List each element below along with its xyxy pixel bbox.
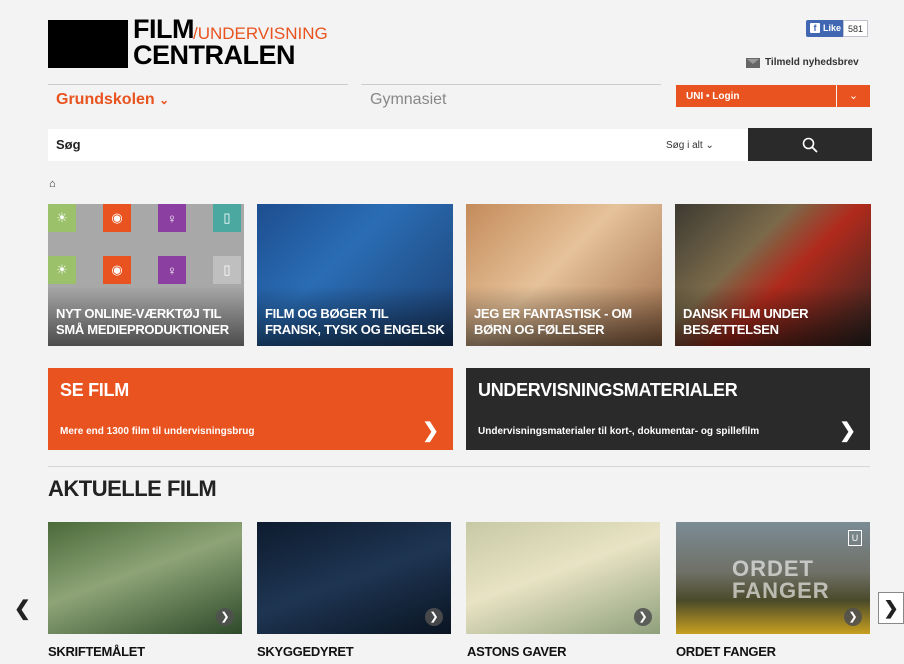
age-badge: U (848, 530, 862, 546)
search-icon (802, 137, 818, 153)
chevron-down-icon: ⌄ (159, 93, 170, 107)
feature-title: NYT ONLINE-VÆRKTØJ TIL SMÅ MEDIEPRODUKTI… (56, 306, 229, 337)
play-icon[interactable]: ❯ (216, 608, 234, 626)
film-card[interactable]: ❯ (257, 522, 451, 634)
film-title[interactable]: ASTONS GAVER (467, 644, 567, 659)
logo-block[interactable] (48, 20, 128, 68)
play-icon[interactable]: ❯ (425, 608, 443, 626)
nav-divider (361, 84, 661, 85)
chevron-right-icon: ❯ (839, 420, 856, 442)
login-dropdown-toggle[interactable]: ⌄ (837, 85, 870, 107)
play-icon[interactable]: ❯ (634, 608, 652, 626)
feature-card[interactable]: DANSK FILM UNDER BESÆTTELSEN (675, 204, 871, 346)
tab-grundskolen[interactable]: Grundskolen ⌄ (56, 91, 169, 109)
camera-icon: ◉ (103, 256, 131, 284)
tab-gymnasiet[interactable]: Gymnasiet (370, 91, 446, 109)
play-icon[interactable]: ❯ (844, 608, 862, 626)
carousel-next-button[interactable]: ❯ (878, 592, 904, 624)
mouse-icon: ▯ (213, 204, 241, 232)
login-button[interactable]: UNI • Login (676, 85, 836, 107)
chevron-down-icon: ⌄ (705, 140, 714, 151)
film-card[interactable]: ❯ (48, 522, 242, 634)
banner-subtitle: Undervisningsmaterialer til kort-, dokum… (478, 426, 760, 437)
search-bar: Søg i alt ⌄ (48, 129, 748, 161)
mail-icon (746, 57, 760, 68)
camera-icon: ◉ (103, 204, 131, 232)
search-input[interactable] (56, 137, 636, 152)
feature-card[interactable]: ☀ ◉ ♀ ▯ ☀ ◉ ♀ ▯ NYT ONLINE-VÆRKTØJ TIL S… (48, 204, 244, 346)
microphone-icon: ♀ (158, 204, 186, 232)
sun-icon: ☀ (48, 204, 76, 232)
poster-text: ORDET FANGER (732, 556, 830, 603)
facebook-like-button[interactable]: f Like (806, 20, 846, 37)
section-divider (48, 466, 870, 467)
film-title[interactable]: ORDET FANGER (676, 644, 776, 659)
film-card[interactable]: U ORDET FANGER ❯ (676, 522, 870, 634)
film-title[interactable]: SKYGGEDYRET (257, 644, 354, 659)
newsletter-label: Tilmeld nyhedsbrev (765, 57, 859, 68)
banner-subtitle: Mere end 1300 film til undervisningsbrug (60, 426, 255, 437)
banner-title: UNDERVISNINGSMATERIALER (478, 380, 738, 400)
feature-title: JEG ER FANTASTISK - OM BØRN OG FØLELSER (474, 306, 632, 337)
facebook-like-count: 581 (843, 20, 869, 37)
microphone-icon: ♀ (158, 256, 186, 284)
section-title: AKTUELLE FILM (48, 476, 217, 501)
nav-divider (48, 84, 348, 85)
newsletter-link[interactable]: Tilmeld nyhedsbrev (746, 57, 859, 68)
home-icon[interactable]: ⌂ (49, 178, 56, 190)
search-button[interactable] (748, 128, 872, 161)
undervisningsmaterialer-banner[interactable]: UNDERVISNINGSMATERIALER Undervisningsmat… (466, 368, 870, 450)
logo-centralen-text[interactable]: CENTRALEN (133, 42, 296, 69)
search-scope-label: Søg i alt (666, 140, 703, 151)
logo-film-text[interactable]: FILM (133, 16, 194, 43)
feature-card[interactable]: JEG ER FANTASTISK - OM BØRN OG FØLELSER (466, 204, 662, 346)
carousel-prev-button[interactable]: ❮ (14, 596, 31, 621)
banner-title: SE FILM (60, 380, 129, 400)
sun-icon: ☀ (48, 256, 76, 284)
search-scope-dropdown[interactable]: Søg i alt ⌄ (666, 140, 714, 151)
film-card[interactable]: ❯ (466, 522, 660, 634)
film-title[interactable]: SKRIFTEMÅLET (48, 644, 145, 659)
tab-grundskolen-label: Grundskolen (56, 91, 155, 108)
chevron-right-icon: ❯ (422, 420, 439, 442)
facebook-like-label: Like (823, 23, 842, 33)
feature-title: FILM OG BØGER TIL FRANSK, TYSK OG ENGELS… (265, 306, 445, 337)
mouse-icon: ▯ (213, 256, 241, 284)
feature-title: DANSK FILM UNDER BESÆTTELSEN (683, 306, 809, 337)
chevron-down-icon: ⌄ (848, 90, 859, 102)
facebook-icon: f (810, 23, 820, 33)
se-film-banner[interactable]: SE FILM Mere end 1300 film til undervisn… (48, 368, 453, 450)
feature-card[interactable]: FILM OG BØGER TIL FRANSK, TYSK OG ENGELS… (257, 204, 453, 346)
